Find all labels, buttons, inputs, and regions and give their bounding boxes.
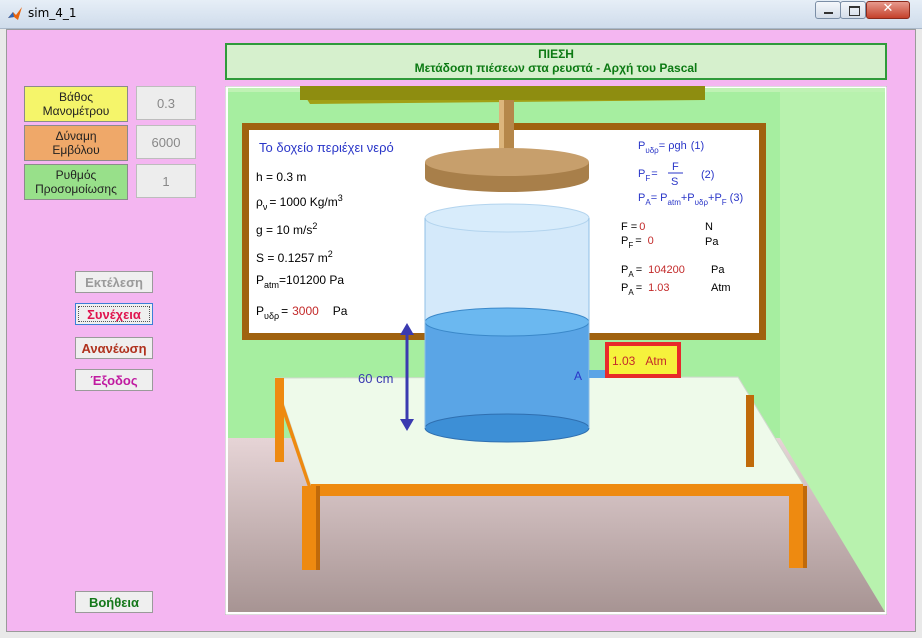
help-button[interactable]: Βοήθεια <box>75 591 153 613</box>
s-sup: 2 <box>328 249 333 259</box>
eq3-plus1: +P <box>681 192 695 204</box>
pa1-unit: Pa <box>711 264 725 276</box>
title-bar <box>0 0 922 29</box>
svg-text:S = 0.1257 m2: S = 0.1257 m2 <box>256 249 333 265</box>
pf-sub: F <box>628 241 633 250</box>
phyd-sub: υδρ <box>264 311 279 321</box>
patm-label: P <box>256 273 264 287</box>
table-leg-front-right <box>789 486 803 568</box>
pa2-label: P <box>621 282 628 294</box>
svg-text:h = 0.3 m: h = 0.3 m <box>256 170 306 184</box>
maximize-button[interactable] <box>840 1 866 19</box>
h-value: 0.3 <box>276 170 293 184</box>
svg-text:F =0: F = 0 <box>621 221 645 233</box>
water-cylinder <box>424 203 590 443</box>
force-label: Δύναμη Εμβόλου <box>24 125 128 161</box>
pf-unit: Pa <box>705 236 719 248</box>
maximize-icon <box>849 6 860 16</box>
depth-label: Βάθος Μανομέτρου <box>24 86 128 122</box>
g-text: g = 10 m/s <box>256 223 312 237</box>
minimize-icon <box>824 12 833 14</box>
rho-value: = 1000 Kg/m <box>269 195 337 209</box>
cylinder-top <box>424 203 590 233</box>
phyd-unit: Pa <box>333 304 348 318</box>
minimize-button[interactable] <box>815 1 841 19</box>
eq1-rhs: = ρgh <box>659 140 687 152</box>
matlab-app-icon <box>8 7 22 20</box>
board-heading: Το δοχείο περιέχει νερό <box>259 140 394 155</box>
s-text: S = 0.1257 m <box>256 251 328 265</box>
eq1-num: (1) <box>691 140 704 152</box>
piston <box>425 148 589 176</box>
phyd-label: P <box>256 304 264 318</box>
eq3-num: (3) <box>730 192 743 204</box>
pf-value: 0 <box>648 235 654 247</box>
close-icon: ✕ <box>882 1 894 16</box>
sim-rate-input[interactable]: 1 <box>136 164 196 198</box>
depth-input[interactable]: 0.3 <box>136 86 196 120</box>
eq3-plus2: +P <box>708 192 722 204</box>
f-value: 0 <box>639 221 645 233</box>
simulation-scene: Το δοχείο περιέχει νερό h = 0.3 m ρν = 10… <box>225 86 887 615</box>
gauge-value: 1.03 <box>612 354 636 368</box>
pa1-sub: A <box>628 270 634 279</box>
pa1-label: P <box>621 264 628 276</box>
pa2-value: 1.03 <box>648 282 669 294</box>
depth-label-text: 60 cm <box>358 371 393 386</box>
eq2-num: (2) <box>701 169 714 181</box>
force-input[interactable]: 6000 <box>136 125 196 159</box>
rho-sup: 3 <box>338 193 343 203</box>
eq2-lhs: P <box>638 168 645 180</box>
h-label: h = <box>256 170 273 184</box>
eq3-lhs: P <box>638 192 645 204</box>
continue-button[interactable]: Συνέχεια <box>75 303 153 325</box>
pf-label: P <box>621 235 628 247</box>
eq3-sub3: F <box>722 198 727 207</box>
run-button[interactable]: Εκτέλεση <box>75 271 153 293</box>
f-unit: N <box>705 221 713 233</box>
refresh-button[interactable]: Ανανέωση <box>75 337 153 359</box>
eq3-sub1: atm <box>668 198 682 207</box>
h-unit: m <box>296 170 306 184</box>
point-a-label: A <box>574 369 582 383</box>
eq2-eq: = <box>651 168 657 180</box>
header-subtitle: Μετάδοση πιέσεων στα ρευστά - Αρχή του P… <box>414 61 698 75</box>
pf-eq: = <box>635 235 641 247</box>
eq2-sub: F <box>645 174 650 183</box>
patm-sub: atm <box>264 280 279 290</box>
table-front-edge <box>311 484 803 496</box>
close-button[interactable]: ✕ <box>866 1 910 19</box>
pa2-sub: A <box>628 288 634 297</box>
f-label: F = <box>621 221 637 233</box>
simulation-header: ΠΙΕΣΗ Μετάδοση πιέσεων στα ρευστά - Αρχή… <box>225 43 887 80</box>
eq2-denominator: S <box>671 176 678 188</box>
eq1-sub: υδρ <box>645 146 659 155</box>
sim-rate-label: Ρυθμός Προσομοίωσης <box>24 164 128 200</box>
header-title: ΠΙΕΣΗ <box>538 47 574 61</box>
pa1-value: 104200 <box>648 264 685 276</box>
window-title: sim_4_1 <box>28 6 77 20</box>
eq3-eq: = P <box>651 192 668 204</box>
eq3-sub2: υδρ <box>695 198 709 207</box>
gauge-pipe <box>589 370 605 378</box>
eq1-lhs: P <box>638 140 645 152</box>
g-sup: 2 <box>312 221 317 231</box>
water-surface <box>424 307 590 337</box>
pa2-unit: Atm <box>711 282 731 294</box>
rho-sub: ν <box>263 202 268 212</box>
table-leg-front-left <box>302 486 316 570</box>
phyd-value: 3000 <box>292 304 319 318</box>
eq2-numerator: F <box>672 161 679 173</box>
svg-text:g = 10 m/s2: g = 10 m/s2 <box>256 221 317 237</box>
phyd-eq: = <box>281 304 288 318</box>
pa2-eq: = <box>636 282 642 294</box>
gauge-unit: Atm <box>645 354 666 368</box>
pa1-eq: = <box>636 264 642 276</box>
patm-value: =101200 Pa <box>279 273 344 287</box>
exit-button[interactable]: Έξοδος <box>75 369 153 391</box>
table-leg-back-right <box>746 395 754 467</box>
